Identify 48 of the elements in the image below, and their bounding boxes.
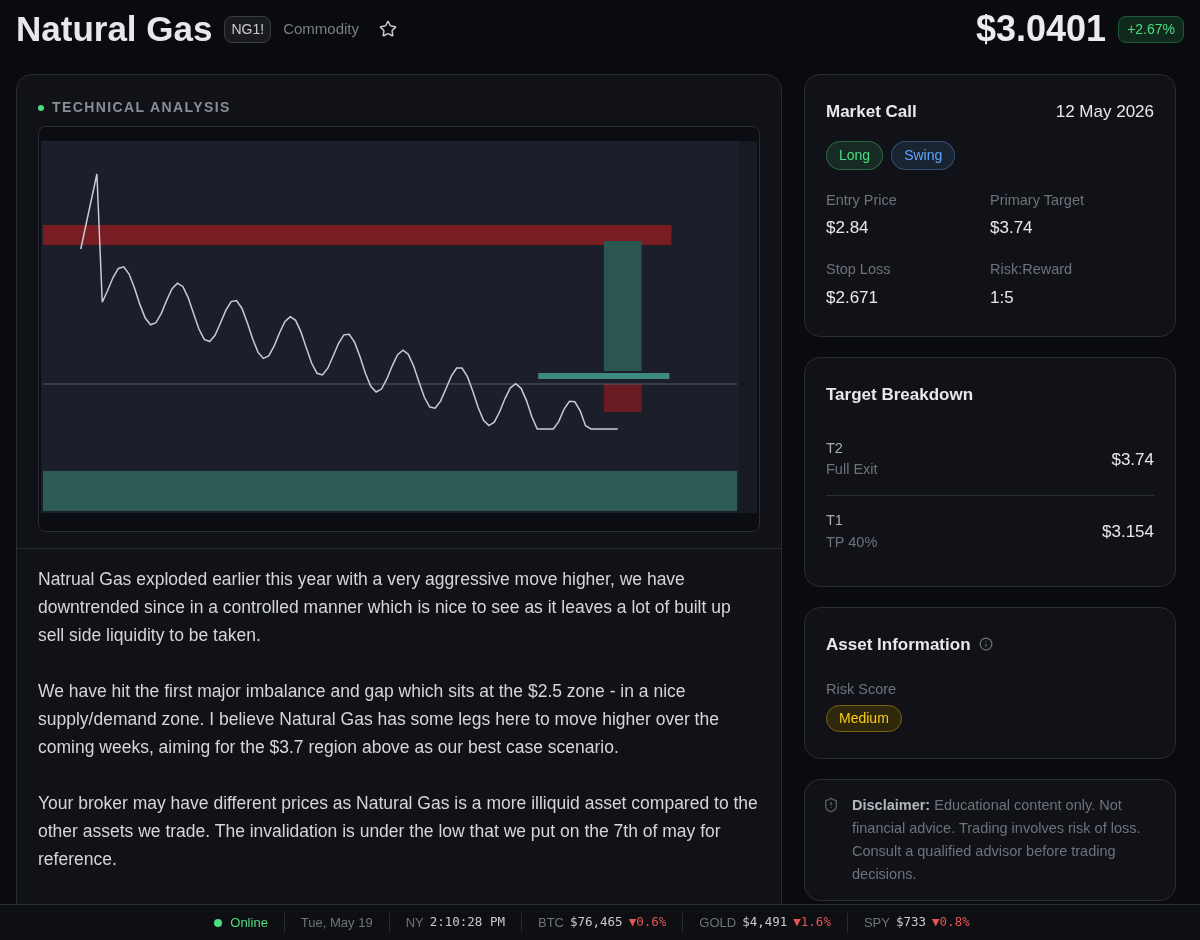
stat-value: $3.74 <box>990 217 1034 240</box>
trade-tag: Swing <box>891 140 956 170</box>
card-title: Asset Information <box>826 633 971 656</box>
ticker-change: ▼1.6% <box>793 913 831 932</box>
current-price: $3.0401 <box>976 7 1107 51</box>
stat-label: Primary Target <box>990 190 1085 210</box>
target-name: T2 <box>826 438 844 458</box>
target-price: $3.154 <box>1102 521 1154 543</box>
target-note: Full Exit <box>826 460 878 480</box>
target-price: $3.74 <box>1111 448 1154 471</box>
analysis-paragraph: Natrual Gas exploded earlier this year with a very aggressive move higher, we have downtrended since in a controlled manner which is nice to see as it leaves a lot of built up sell side liquidity to be taken. <box>38 568 732 647</box>
ticker-price: $76,465 <box>569 913 623 932</box>
trade-tag: Long <box>826 140 884 170</box>
ticker-price: $4,491 <box>742 913 788 932</box>
status-date: Tue, May 19 <box>284 912 390 933</box>
stat-label: Risk:Reward <box>990 259 1074 279</box>
analysis-paragraph: We have hit the first major imbalance and gap which sits at the $2.5 zone - in a nice supply/demand zone. I believe Natural Gas has some legs here to move higher over the coming weeks, aiming for the $3.7 region above as our best case scenario. <box>38 680 720 759</box>
symbol-tag: NG1! <box>224 15 272 43</box>
price-change: +2.67% <box>1118 15 1184 43</box>
info-icon[interactable] <box>978 637 993 652</box>
card-title: Market Call <box>826 101 917 123</box>
clock-time: 2:10:28 PM <box>429 913 505 932</box>
warning-icon <box>823 796 839 813</box>
stat-label: Stop Loss <box>826 259 892 279</box>
target-name: T1 <box>826 511 844 530</box>
target-note: TP 40% <box>826 532 878 552</box>
stat-value: 1:5 <box>990 286 1015 309</box>
clock-label: NY <box>405 913 424 932</box>
stat-value: $2.84 <box>826 217 870 240</box>
call-date: 12 May 2026 <box>1055 101 1154 123</box>
ticker-symbol: GOLD <box>699 913 737 932</box>
section-heading: TECHNICAL ANALYSIS <box>52 98 231 117</box>
asset-title: Natural Gas <box>16 7 213 50</box>
stat-value: $2.671 <box>826 286 879 309</box>
ticker-change: ▼0.8% <box>932 913 970 932</box>
risk-label: Risk Score <box>826 680 897 699</box>
ticker-price: $733 <box>895 913 927 932</box>
ticker-symbol: SPY <box>863 913 890 932</box>
analysis-paragraph: Your broker may have different prices as Natural Gas is a more illiquid asset compared to the other assets we trade. The invalidation is under the low that we put on the 7th of may for reference. <box>38 792 759 871</box>
connection-status: Online <box>230 913 268 932</box>
card-title: Target Breakdown <box>826 385 974 404</box>
stat-label: Entry Price <box>826 190 898 210</box>
risk-badge: Medium <box>826 704 902 732</box>
ticker-symbol: BTC <box>537 913 564 932</box>
disclaimer-text: Disclaimer: Educational content only. Not financial advice. Trading involves risk of loss. Consult a qualified advisor before trading decisions. <box>852 795 1142 884</box>
category-label: Commodity <box>283 18 359 39</box>
star-icon[interactable] <box>379 20 397 38</box>
ticker-change: ▼0.6% <box>628 913 667 932</box>
